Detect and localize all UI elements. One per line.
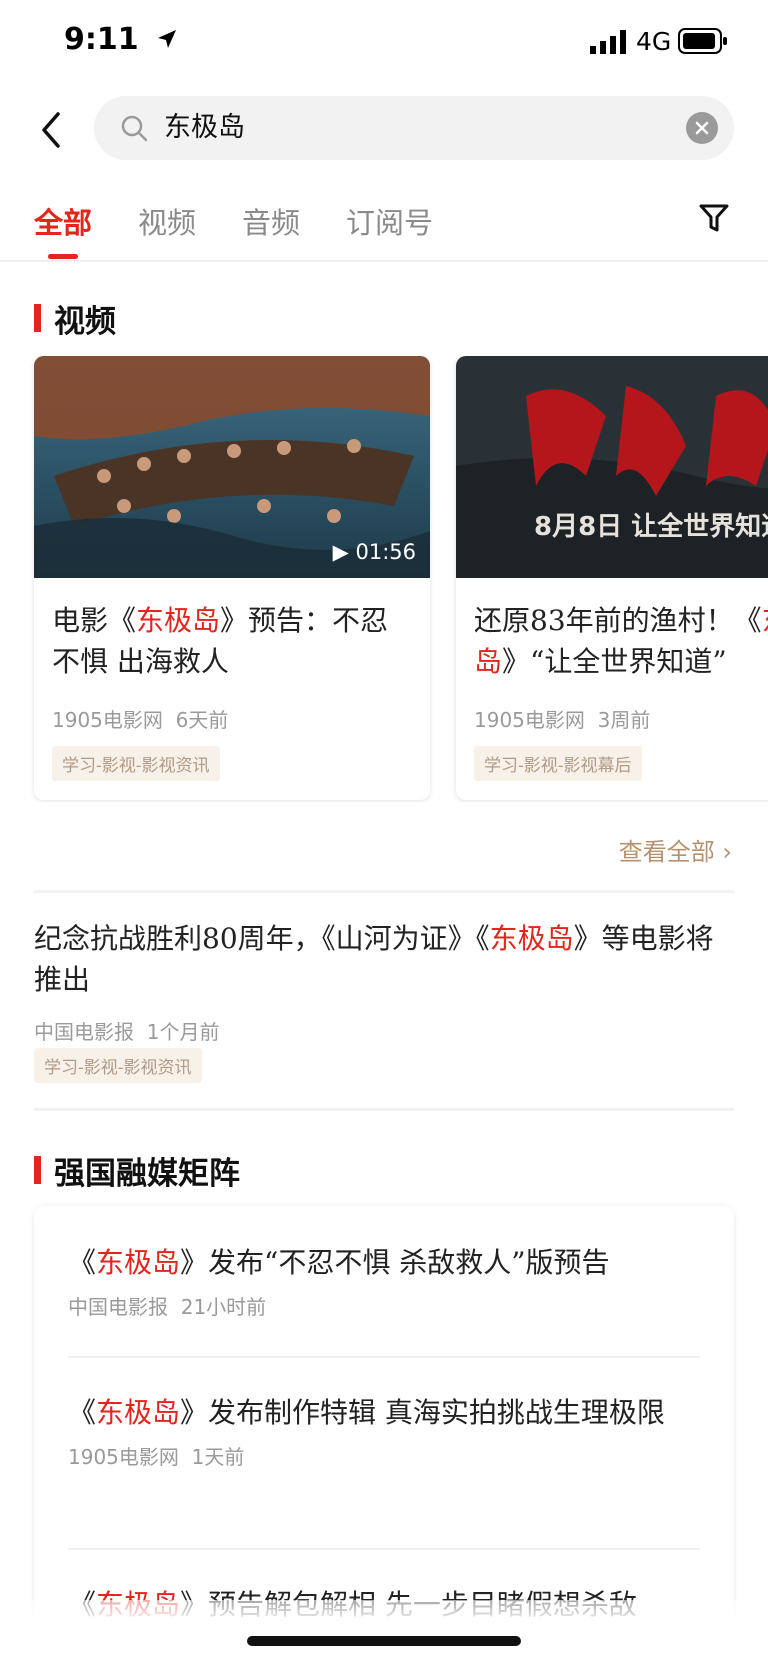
status-bar: 9:11 4G (0, 0, 768, 84)
category-tag[interactable]: 学习-影视-影视资讯 (34, 1048, 202, 1083)
matrix-card: 《东极岛》发布“不忍不惧 杀敌救人”版预告 中国电影报 21小时前 《东极岛》发… (34, 1206, 734, 1626)
filter-icon[interactable] (698, 202, 730, 234)
signal-icon (590, 30, 626, 54)
search-query: 东极岛 (164, 112, 245, 143)
tab-bar: 全部 视频 音频 订阅号 (0, 190, 768, 262)
divider (68, 1548, 700, 1550)
video-meta: 1905电影网 6天前 (52, 708, 229, 732)
item-meta: 1905电影网 1天前 (68, 1445, 245, 1469)
video-carousel[interactable]: ▶ 01:56 电影《东极岛》预告：不忍不惧 出海救人 1905电影网 6天前 … (0, 356, 768, 802)
play-icon: ▶ (332, 540, 349, 564)
search-input[interactable]: 东极岛 (94, 96, 734, 160)
section-title: 强国融媒矩阵 (54, 1156, 240, 1192)
divider (68, 1356, 700, 1358)
back-arrow-icon[interactable] (36, 110, 66, 150)
list-item[interactable]: 《东极岛》发布制作特辑 真海实拍挑战生理极限 1905电影网 1天前 (68, 1392, 700, 1470)
video-title: 还原83年前的渔村！《东极岛》“让全世界知道” (474, 604, 768, 678)
tab-subscriptions[interactable]: 订阅号 (346, 200, 433, 242)
section-accent-bar (34, 1156, 41, 1184)
article-meta: 中国电影报 1个月前 (34, 1020, 220, 1044)
network-type: 4G (636, 27, 672, 56)
video-duration: ▶ 01:56 (332, 540, 416, 564)
article-title[interactable]: 纪念抗战胜利80周年，《山河为证》《东极岛》等电影将推出 (34, 918, 734, 1000)
item-title: 《东极岛》发布制作特辑 真海实拍挑战生理极限 (68, 1396, 665, 1429)
active-tab-indicator (48, 254, 78, 259)
tab-video[interactable]: 视频 (138, 200, 196, 242)
tab-audio[interactable]: 音频 (242, 200, 300, 242)
close-icon (695, 121, 709, 135)
tab-all[interactable]: 全部 (34, 200, 92, 242)
section-accent-bar (34, 304, 41, 332)
item-title: 《东极岛》发布“不忍不惧 杀敌救人”版预告 (68, 1246, 610, 1279)
search-icon (121, 115, 148, 142)
section-title: 视频 (54, 304, 116, 340)
bottom-fade (0, 1600, 768, 1663)
category-tag[interactable]: 学习-影视-影视资讯 (52, 746, 220, 781)
list-item[interactable]: 《东极岛》发布“不忍不惧 杀敌救人”版预告 中国电影报 21小时前 (68, 1242, 700, 1320)
divider (34, 890, 734, 893)
clear-search-button[interactable] (686, 112, 718, 144)
video-thumbnail: 8月8日 让全世界知道 (456, 356, 768, 578)
divider (34, 1108, 734, 1111)
see-all-link[interactable]: 查看全部 › (619, 832, 732, 867)
video-title: 电影《东极岛》预告：不忍不惧 出海救人 (52, 604, 389, 678)
item-meta: 中国电影报 21小时前 (68, 1295, 267, 1319)
battery-icon (678, 28, 727, 54)
chevron-right-icon: › (722, 838, 732, 866)
home-indicator[interactable] (247, 1636, 521, 1646)
video-card[interactable]: ▶ 01:56 电影《东极岛》预告：不忍不惧 出海救人 1905电影网 6天前 … (34, 356, 430, 800)
category-tag[interactable]: 学习-影视-影视幕后 (474, 746, 642, 781)
status-time: 9:11 (64, 22, 139, 57)
location-arrow-icon (158, 30, 176, 48)
video-thumbnail: ▶ 01:56 (34, 356, 430, 578)
video-meta: 1905电影网 3周前 (474, 708, 651, 732)
video-card[interactable]: 8月8日 让全世界知道 还原83年前的渔村！《东极岛》“让全世界知道” 1905… (456, 356, 768, 800)
thumbnail-overlay-text: 8月8日 让全世界知道 (534, 512, 768, 542)
